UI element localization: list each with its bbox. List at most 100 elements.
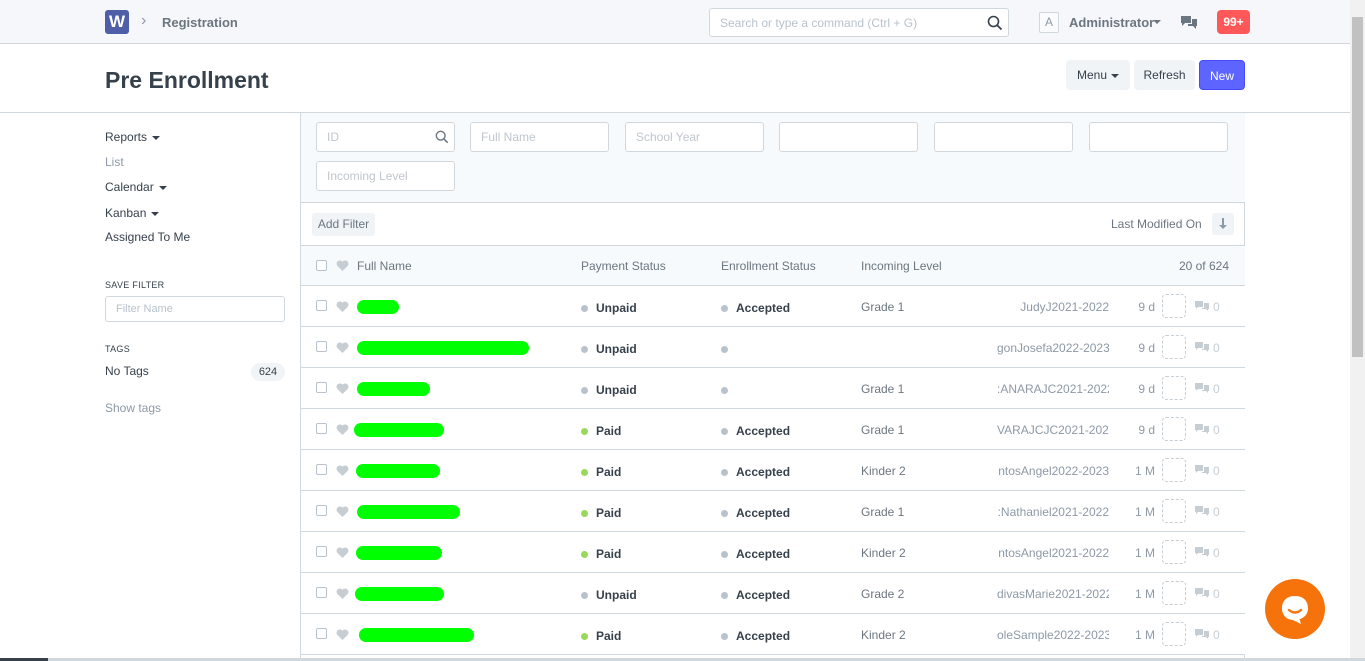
heart-icon[interactable] (336, 506, 349, 518)
incoming-level: Kinder 2 (861, 464, 906, 478)
sidebar-item-list[interactable]: List (105, 155, 124, 169)
table-row[interactable]: Paid Accepted Grade 1 VARAJCJC2021-2022 … (301, 409, 1245, 450)
assign-avatar-placeholder[interactable] (1162, 417, 1186, 441)
status-dot (581, 346, 588, 354)
new-button[interactable]: New (1199, 60, 1245, 90)
heart-icon[interactable] (336, 465, 349, 477)
assign-avatar-placeholder[interactable] (1162, 376, 1186, 400)
chat-widget-button[interactable] (1265, 579, 1325, 639)
enrollment-status-label: Accepted (736, 506, 791, 520)
heart-icon[interactable] (336, 424, 349, 436)
row-checkbox[interactable] (316, 546, 327, 557)
full-name-filter-input[interactable] (470, 122, 609, 152)
table-row[interactable]: Unpaid Accepted Grade 1 JudyJ2021-2022 9… (301, 286, 1245, 327)
record-name[interactable]: divasMarie2021-2022 (997, 587, 1109, 601)
filter-input-4[interactable] (779, 122, 918, 152)
add-filter-button[interactable]: Add Filter (312, 213, 375, 236)
redacted-name[interactable] (354, 423, 444, 437)
record-name[interactable]: ntosAngel2022-2023 (998, 464, 1109, 478)
heart-icon[interactable] (336, 301, 349, 313)
heart-icon[interactable] (336, 547, 349, 559)
heart-icon[interactable] (336, 260, 349, 272)
row-checkbox[interactable] (316, 505, 327, 516)
record-name[interactable]: oleSample2022-2023 (997, 628, 1109, 642)
redacted-name[interactable] (357, 341, 529, 355)
redacted-name[interactable] (357, 382, 430, 396)
table-row[interactable]: Unpaid Accepted Grade 2 divasMarie2021-2… (301, 573, 1245, 614)
assign-avatar-placeholder[interactable] (1162, 499, 1186, 523)
payment-status: Unpaid (581, 588, 637, 602)
notifications-badge[interactable]: 99+ (1217, 10, 1250, 34)
scrollbar-thumb[interactable] (1352, 17, 1363, 357)
scrollbar[interactable] (1350, 0, 1365, 661)
row-checkbox[interactable] (316, 423, 327, 434)
sidebar-item-assigned[interactable]: Assigned To Me (105, 230, 190, 244)
record-name[interactable]: :Nathaniel2021-2022 (998, 505, 1109, 519)
sidebar-item-calendar[interactable]: Calendar (105, 180, 167, 194)
modified-age: 9 d (1138, 300, 1155, 314)
payment-status: Paid (581, 547, 621, 561)
row-checkbox[interactable] (316, 587, 327, 598)
table-row[interactable]: Paid Accepted Kinder 2 oleSample2022-202… (301, 614, 1245, 655)
breadcrumb-registration[interactable]: Registration (162, 15, 238, 30)
comment-icon (1195, 424, 1209, 434)
redacted-name[interactable] (356, 546, 442, 560)
record-name[interactable]: ntosAngel2021-2022 (998, 546, 1109, 560)
redacted-name[interactable] (359, 628, 474, 642)
record-name[interactable]: VARAJCJC2021-2022 (997, 423, 1109, 437)
assign-avatar-placeholder[interactable] (1162, 540, 1186, 564)
awesome-bar[interactable] (709, 8, 1009, 37)
table-row[interactable]: Unpaid Grade 1 :ANARAJC2021-2022 9 d 0 (301, 368, 1245, 409)
table-row[interactable]: Paid Accepted Kinder 2 ntosAngel2021-202… (301, 532, 1245, 573)
filter-input-5[interactable] (934, 122, 1073, 152)
caret-down-icon[interactable] (1153, 20, 1161, 24)
assign-avatar-placeholder[interactable] (1162, 294, 1186, 318)
school-year-filter-input[interactable] (625, 122, 764, 152)
redacted-name[interactable] (356, 464, 440, 478)
chat-icon[interactable] (1180, 14, 1198, 30)
heart-icon[interactable] (336, 383, 349, 395)
select-all-checkbox[interactable] (316, 260, 327, 271)
redacted-name[interactable] (357, 505, 460, 519)
record-name[interactable]: gonJosefa2022-2023 (997, 341, 1109, 355)
assign-avatar-placeholder[interactable] (1162, 458, 1186, 482)
app-logo[interactable]: W (105, 10, 129, 34)
table-row[interactable]: Paid Accepted Grade 1 :Nathaniel2021-202… (301, 491, 1245, 532)
table-row[interactable]: Unpaid gonJosefa2022-2023 9 d 0 (301, 327, 1245, 368)
heart-icon[interactable] (336, 629, 349, 641)
menu-button[interactable]: Menu (1066, 60, 1130, 90)
tag-no-tags[interactable]: No Tags (105, 364, 149, 378)
row-checkbox[interactable] (316, 300, 327, 311)
sort-order-button[interactable] (1212, 213, 1234, 235)
page-head: Pre Enrollment Menu Refresh New (0, 44, 1350, 113)
redacted-name[interactable] (357, 300, 399, 314)
row-checkbox[interactable] (316, 341, 327, 352)
row-checkbox[interactable] (316, 464, 327, 475)
payment-status: Paid (581, 465, 621, 479)
row-checkbox[interactable] (316, 628, 327, 639)
sidebar-item-reports[interactable]: Reports (105, 130, 161, 144)
filter-name-input[interactable] (105, 296, 285, 322)
table-row[interactable]: Paid Accepted Kinder 2 ntosAngel2022-202… (301, 450, 1245, 491)
search-input[interactable] (710, 9, 970, 36)
filter-input-6[interactable] (1089, 122, 1228, 152)
avatar[interactable]: A (1039, 12, 1059, 33)
heart-icon[interactable] (336, 342, 349, 354)
refresh-button[interactable]: Refresh (1134, 60, 1195, 90)
show-tags-link[interactable]: Show tags (105, 401, 161, 415)
payment-status-label: Paid (596, 424, 622, 438)
assign-avatar-placeholder[interactable] (1162, 581, 1186, 605)
enrollment-status: Accepted (721, 465, 790, 479)
assign-avatar-placeholder[interactable] (1162, 335, 1186, 359)
sort-selector[interactable]: Last Modified On (1111, 217, 1202, 231)
record-name[interactable]: JudyJ2021-2022 (1020, 300, 1109, 314)
heart-icon[interactable] (336, 588, 349, 600)
user-menu[interactable]: Administrator (1069, 15, 1154, 30)
redacted-name[interactable] (355, 587, 444, 601)
row-checkbox[interactable] (316, 382, 327, 393)
enrollment-status-label: Accepted (736, 547, 791, 561)
assign-avatar-placeholder[interactable] (1162, 622, 1186, 646)
record-name[interactable]: :ANARAJC2021-2022 (997, 382, 1109, 396)
sidebar-item-kanban[interactable]: Kanban (105, 206, 160, 220)
incoming-level-filter-input[interactable] (316, 161, 455, 191)
